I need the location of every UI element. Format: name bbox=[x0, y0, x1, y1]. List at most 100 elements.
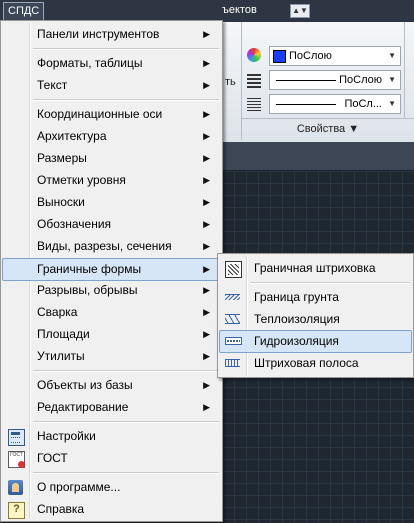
menu-item-about[interactable]: О программе... bbox=[3, 477, 220, 498]
menu-item-toolbars[interactable]: Панели инструментов ▶ bbox=[3, 24, 220, 45]
gost-icon: ГОСТ bbox=[8, 451, 25, 468]
submenu-arrow-icon: ▶ bbox=[203, 329, 210, 339]
waterproofing-icon bbox=[225, 337, 242, 345]
menu-item-label: Текст bbox=[37, 78, 68, 92]
panel-expand-icon: ▼ bbox=[348, 123, 360, 135]
menu-item-formats-tables[interactable]: Форматы, таблицы ▶ bbox=[3, 53, 220, 74]
submenu-arrow-icon: ▶ bbox=[203, 197, 210, 207]
quick-access-dropdown[interactable]: ▲▼ bbox=[290, 4, 310, 18]
menu-item-label: ГОСТ bbox=[37, 451, 68, 465]
submenu-item-boundary-hatch[interactable]: Граничная штриховка bbox=[220, 258, 411, 279]
boundary-forms-submenu: Граничная штриховка Граница грунта Тепло… bbox=[217, 253, 414, 378]
menu-separator bbox=[33, 48, 219, 50]
submenu-arrow-icon: ▶ bbox=[203, 241, 210, 251]
menu-item-areas[interactable]: Площади ▶ bbox=[3, 324, 220, 345]
submenu-arrow-icon: ▶ bbox=[203, 307, 210, 317]
spds-dropdown-menu: Панели инструментов ▶ Форматы, таблицы ▶… bbox=[0, 20, 223, 522]
submenu-arrow-icon: ▶ bbox=[203, 153, 210, 163]
menu-item-views-sections[interactable]: Виды, разрезы, сечения ▶ bbox=[3, 236, 220, 257]
menu-item-dimensions[interactable]: Размеры ▶ bbox=[3, 148, 220, 169]
menu-separator bbox=[33, 472, 219, 474]
menu-separator bbox=[33, 421, 219, 423]
submenu-arrow-icon: ▶ bbox=[203, 109, 210, 119]
submenu-arrow-icon: ▶ bbox=[203, 380, 210, 390]
submenu-item-waterproofing[interactable]: Гидроизоляция bbox=[219, 330, 412, 353]
submenu-arrow-icon: ▶ bbox=[203, 402, 210, 412]
menu-item-gost[interactable]: ГОСТ ГОСТ bbox=[3, 448, 220, 469]
properties-panel-title[interactable]: Свойства ▼ bbox=[241, 118, 414, 139]
ribbon-left-panel: ть bbox=[223, 22, 242, 140]
color-swatch bbox=[273, 50, 286, 63]
submenu-item-ground-boundary[interactable]: Граница грунта bbox=[220, 287, 411, 308]
menu-item-label: Справка bbox=[37, 502, 85, 516]
menu-item-label: Разрывы, обрывы bbox=[37, 283, 138, 297]
submenu-item-thermal-insulation[interactable]: Теплоизоляция bbox=[220, 309, 411, 330]
ribbon-properties-panel: ть ПоСлою ▼ ПоСлою ▼ ПоСл... ▼ Свойства … bbox=[222, 22, 414, 142]
submenu-arrow-icon: ▶ bbox=[203, 219, 210, 229]
lineweight-icon[interactable] bbox=[247, 98, 261, 112]
menu-item-label: Сварка bbox=[37, 305, 78, 319]
chevron-down-icon: ▼ bbox=[388, 75, 396, 84]
menu-item-text[interactable]: Текст ▶ bbox=[3, 75, 220, 96]
linetype-preview bbox=[276, 80, 336, 81]
submenu-arrow-icon: ▶ bbox=[203, 58, 210, 68]
lineweight-select[interactable]: ПоСл... ▼ bbox=[269, 94, 401, 114]
linetype-select[interactable]: ПоСлою ▼ bbox=[269, 70, 401, 90]
ribbon-tab-objects[interactable]: ъектов bbox=[222, 4, 257, 16]
menu-item-leaders[interactable]: Выноски ▶ bbox=[3, 192, 220, 213]
drawing-tab-strip bbox=[222, 142, 414, 171]
about-icon bbox=[8, 480, 23, 495]
color-wheel-icon[interactable] bbox=[247, 48, 261, 62]
menu-item-label: Граничная штриховка bbox=[254, 261, 376, 275]
menu-item-symbols[interactable]: Обозначения ▶ bbox=[3, 214, 220, 235]
color-select[interactable]: ПоСлою ▼ bbox=[269, 46, 401, 66]
boundary-hatch-icon bbox=[225, 261, 242, 278]
hatch-strip-icon bbox=[225, 359, 240, 367]
menu-item-breaks[interactable]: Разрывы, обрывы ▶ bbox=[3, 280, 220, 301]
menu-item-welding[interactable]: Сварка ▶ bbox=[3, 302, 220, 323]
menu-item-database-objects[interactable]: Объекты из базы ▶ bbox=[3, 375, 220, 396]
menu-item-settings[interactable]: Настройки bbox=[3, 426, 220, 447]
linetype-icon[interactable] bbox=[247, 74, 261, 88]
menu-item-label: Штриховая полоса bbox=[254, 356, 359, 370]
menu-item-label: О программе... bbox=[37, 480, 121, 494]
menu-item-label: Площади bbox=[37, 327, 90, 341]
submenu-item-hatch-strip[interactable]: Штриховая полоса bbox=[220, 353, 411, 374]
linetype-select-value: ПоСлою bbox=[339, 74, 382, 86]
menu-item-label: Панели инструментов bbox=[37, 27, 160, 41]
menu-item-label: Архитектура bbox=[37, 129, 107, 143]
menu-item-label: Теплоизоляция bbox=[254, 312, 340, 326]
menu-item-label: Форматы, таблицы bbox=[37, 56, 143, 70]
menu-item-utilities[interactable]: Утилиты ▶ bbox=[3, 346, 220, 367]
menu-item-label: Настройки bbox=[37, 429, 96, 443]
menu-item-label: Гидроизоляция bbox=[254, 334, 339, 348]
menu-item-architecture[interactable]: Архитектура ▶ bbox=[3, 126, 220, 147]
menu-item-grid-axes[interactable]: Координационные оси ▶ bbox=[3, 104, 220, 125]
properties-panel-label: Свойства bbox=[296, 123, 346, 135]
lineweight-preview bbox=[276, 104, 336, 105]
chevron-down-icon: ▼ bbox=[388, 51, 396, 60]
settings-icon bbox=[8, 429, 25, 446]
menu-separator bbox=[250, 282, 410, 284]
help-icon: ? bbox=[8, 502, 25, 519]
menu-item-label: Обозначения bbox=[37, 217, 112, 231]
menu-item-editing[interactable]: Редактирование ▶ bbox=[3, 397, 220, 418]
menu-item-label: Граничные формы bbox=[37, 262, 142, 276]
submenu-arrow-icon: ▶ bbox=[203, 131, 210, 141]
ribbon-right-panel bbox=[404, 22, 414, 118]
spds-menu-button[interactable]: СПДС bbox=[3, 2, 45, 21]
submenu-arrow-icon: ▶ bbox=[203, 29, 210, 39]
menu-item-level-marks[interactable]: Отметки уровня ▶ bbox=[3, 170, 220, 191]
menu-item-label: Виды, разрезы, сечения bbox=[37, 239, 172, 253]
menu-item-boundary-forms[interactable]: Граничные формы ▶ bbox=[2, 258, 221, 281]
menu-item-label: Выноски bbox=[37, 195, 85, 209]
submenu-arrow-icon: ▶ bbox=[203, 285, 210, 295]
lineweight-select-value: ПоСл... bbox=[344, 98, 382, 110]
menu-item-help[interactable]: ? Справка bbox=[3, 499, 220, 520]
thermal-insulation-icon bbox=[225, 314, 240, 324]
menu-item-label: Объекты из базы bbox=[37, 378, 133, 392]
chevron-down-icon: ▼ bbox=[388, 99, 396, 108]
submenu-arrow-icon: ▶ bbox=[203, 264, 210, 274]
menu-separator bbox=[33, 99, 219, 101]
menu-item-label: Координационные оси bbox=[37, 107, 163, 121]
